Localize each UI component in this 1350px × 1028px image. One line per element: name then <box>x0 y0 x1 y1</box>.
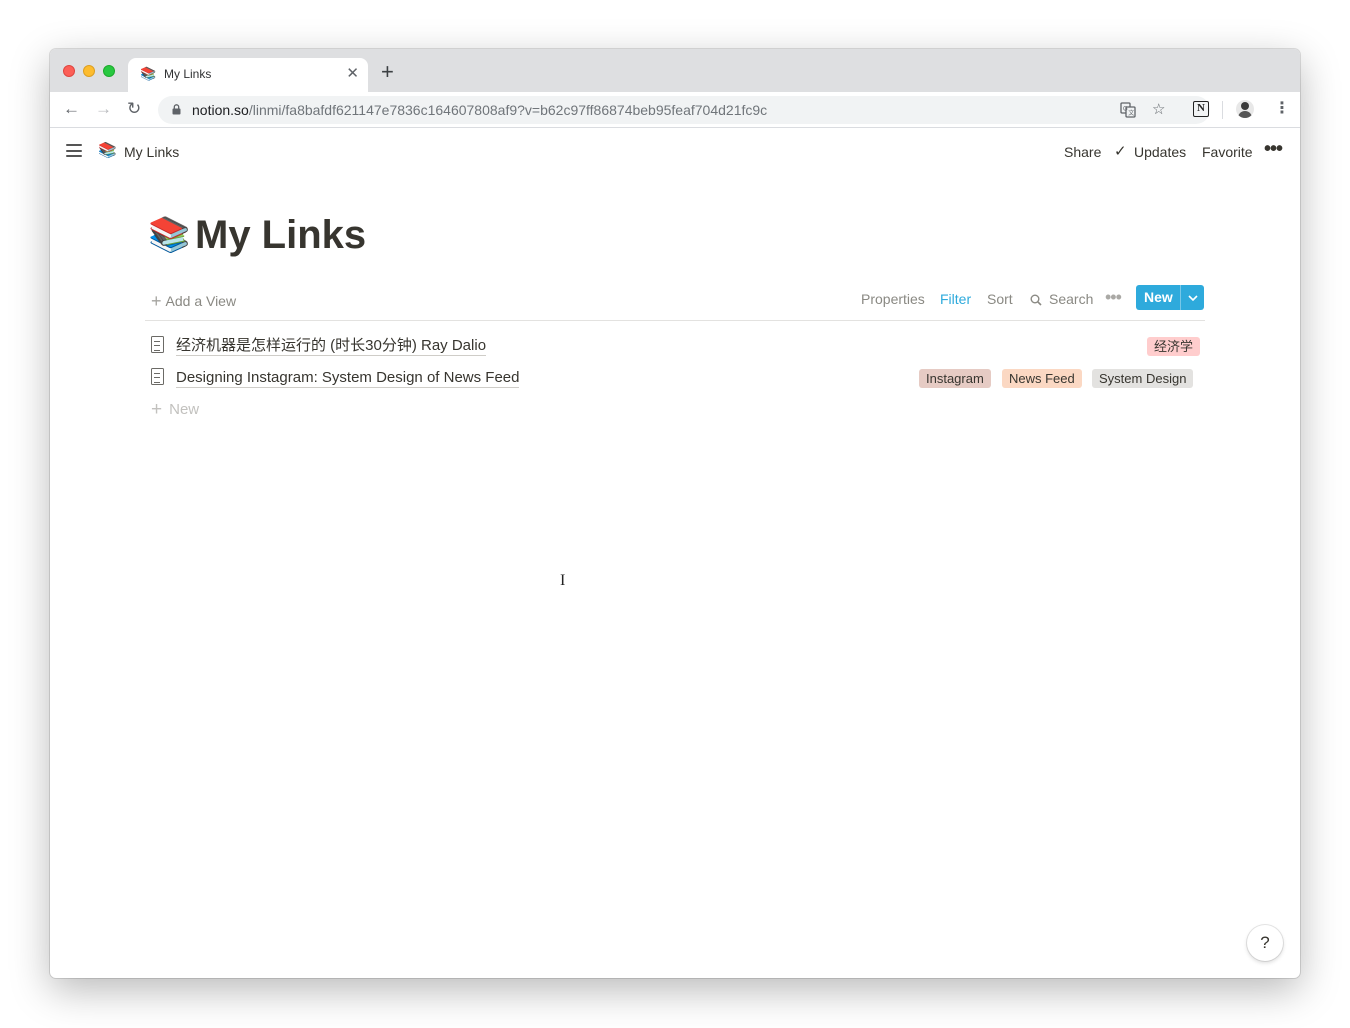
svg-text:文: 文 <box>1128 109 1134 117</box>
page-icon[interactable]: 📚 <box>148 215 190 255</box>
add-new-row-button[interactable]: + New <box>151 398 199 420</box>
zoom-window-button[interactable] <box>103 65 115 77</box>
chevron-down-icon[interactable] <box>1188 295 1198 301</box>
help-button[interactable]: ? <box>1247 925 1283 961</box>
address-bar[interactable]: notion.so/linmi/fa8bafdf621147e7836c1646… <box>158 96 1210 124</box>
share-button[interactable]: Share <box>1064 144 1101 160</box>
row-title[interactable]: Designing Instagram: System Design of Ne… <box>176 368 520 388</box>
bookmark-star-icon[interactable]: ☆ <box>1152 100 1165 120</box>
properties-button[interactable]: Properties <box>861 291 925 307</box>
database-view-bar: + Add a View Properties Filter Sort Searc… <box>145 283 1205 321</box>
tag: News Feed <box>1002 369 1082 388</box>
browser-menu-icon[interactable]: ⋮ <box>1274 98 1290 120</box>
view-more-icon[interactable]: ••• <box>1105 287 1122 308</box>
sidebar-menu-icon[interactable] <box>66 144 82 157</box>
tab-title: My Links <box>164 67 212 81</box>
search-button[interactable]: Search <box>1049 291 1093 307</box>
new-button-label: New <box>1144 289 1173 305</box>
back-arrow-icon[interactable]: ← <box>63 98 80 120</box>
url-text: notion.so/linmi/fa8bafdf621147e7836c1646… <box>192 102 767 118</box>
add-new-label: New <box>169 401 200 418</box>
browser-tab[interactable]: 📚 My Links ✕ <box>128 58 368 92</box>
page-document-icon <box>151 336 164 353</box>
forward-arrow-icon[interactable]: → <box>95 98 112 120</box>
notion-topbar: 📚 My Links Share ✓ Updates Favorite ••• <box>50 129 1300 174</box>
add-view-label: Add a View <box>165 293 237 309</box>
close-window-button[interactable] <box>63 65 75 77</box>
minimize-window-button[interactable] <box>83 65 95 77</box>
new-tab-button[interactable]: + <box>381 60 394 84</box>
books-breadcrumb-icon: 📚 <box>98 142 117 159</box>
breadcrumb-title[interactable]: My Links <box>124 144 179 160</box>
checkmark-icon: ✓ <box>1114 143 1127 160</box>
tag: Instagram <box>919 369 991 388</box>
more-options-icon[interactable]: ••• <box>1264 138 1283 161</box>
list-item[interactable]: Designing Instagram: System Design of Ne… <box>145 361 1205 393</box>
updates-button[interactable]: Updates <box>1134 144 1186 160</box>
browser-toolbar: ← → ↻ notion.so/linmi/fa8bafdf621147e783… <box>50 92 1300 128</box>
browser-window: 📚 My Links ✕ + ← → ↻ notion.so/linmi/fa8… <box>50 49 1300 978</box>
tab-strip: 📚 My Links ✕ + <box>50 49 1300 92</box>
new-button[interactable]: New <box>1136 285 1204 310</box>
list-item[interactable]: 经济机器是怎样运行的 (时长30分钟) Ray Dalio 经济学 <box>145 329 1205 361</box>
plus-icon: + <box>151 291 162 311</box>
search-icon[interactable] <box>1030 294 1042 306</box>
profile-avatar[interactable] <box>1236 100 1254 118</box>
page-document-icon <box>151 368 164 385</box>
new-button-divider <box>1180 285 1181 310</box>
lock-icon <box>172 104 181 115</box>
filter-button[interactable]: Filter <box>940 291 971 307</box>
toolbar-divider <box>1222 101 1223 119</box>
plus-icon: + <box>151 399 163 420</box>
add-view-button[interactable]: + Add a View <box>151 290 236 311</box>
translate-icon[interactable]: G 文 <box>1120 102 1136 118</box>
sort-button[interactable]: Sort <box>987 291 1013 307</box>
url-host: notion.so <box>192 102 249 118</box>
notion-extension-icon[interactable]: N <box>1193 101 1209 117</box>
tab-close-icon[interactable]: ✕ <box>346 65 359 83</box>
tag: 经济学 <box>1146 337 1200 356</box>
favorite-button[interactable]: Favorite <box>1202 144 1253 160</box>
text-cursor-icon: I <box>560 572 566 589</box>
url-path: /linmi/fa8bafdf621147e7836c164607808af9?… <box>248 102 768 118</box>
reload-icon[interactable]: ↻ <box>127 98 141 120</box>
page-title[interactable]: My Links <box>195 212 366 258</box>
books-favicon-icon: 📚 <box>140 66 157 81</box>
row-title[interactable]: 经济机器是怎样运行的 (时长30分钟) Ray Dalio <box>176 336 487 356</box>
tag: System Design <box>1092 369 1194 388</box>
